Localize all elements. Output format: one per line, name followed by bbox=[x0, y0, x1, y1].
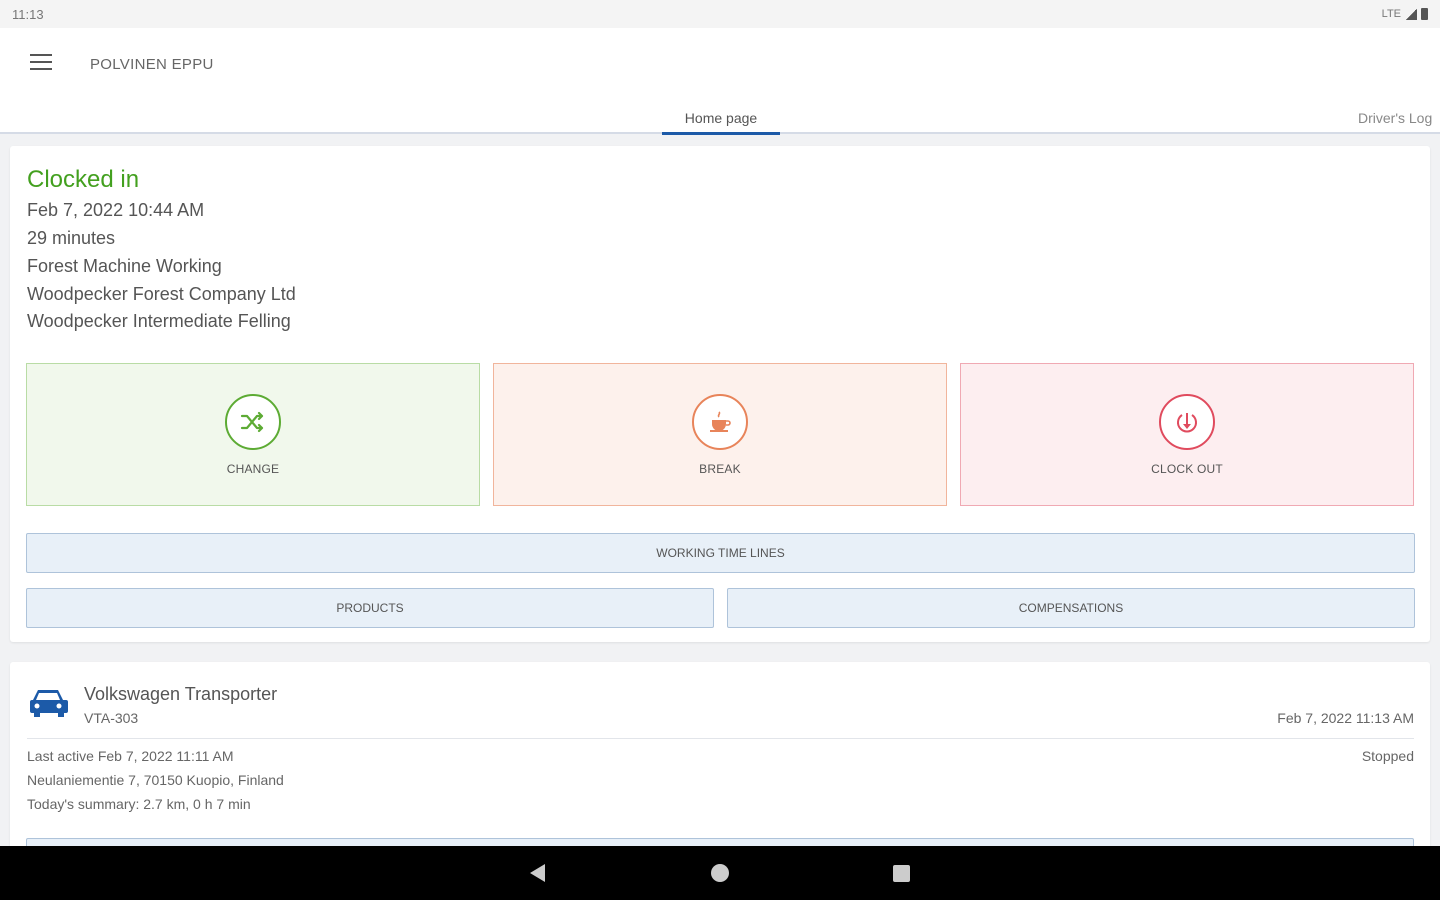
hamburger-menu-icon[interactable] bbox=[30, 54, 52, 72]
products-button[interactable]: PRODUCTS bbox=[26, 588, 714, 628]
vehicle-timestamp: Feb 7, 2022 11:13 AM bbox=[1277, 710, 1414, 726]
vehicle-state: Stopped bbox=[1361, 748, 1414, 764]
site-name: Woodpecker Intermediate Felling bbox=[27, 311, 291, 331]
system-nav-bar bbox=[0, 846, 1440, 900]
clock-status-card: Clocked in Feb 7, 2022 10:44 AM 29 minut… bbox=[10, 146, 1430, 642]
battery-icon bbox=[1421, 8, 1428, 20]
vehicle-card[interactable]: Volkswagen Transporter VTA-303 Feb 7, 20… bbox=[10, 662, 1430, 868]
clock-out-icon bbox=[1159, 394, 1215, 450]
tab-home-page[interactable]: Home page bbox=[662, 110, 780, 135]
status-indicators: LTE bbox=[1382, 8, 1428, 20]
clock-out-label: CLOCK OUT bbox=[1151, 462, 1223, 476]
activity-name: Forest Machine Working bbox=[27, 256, 222, 276]
company-name: Woodpecker Forest Company Ltd bbox=[27, 284, 296, 304]
car-icon bbox=[27, 686, 69, 720]
recent-apps-icon[interactable] bbox=[893, 865, 910, 882]
coffee-cup-icon bbox=[692, 394, 748, 450]
clock-status-title: Clocked in bbox=[27, 166, 140, 193]
divider bbox=[27, 738, 1414, 739]
working-time-lines-button[interactable]: WORKING TIME LINES bbox=[26, 533, 1415, 573]
status-bar: 11:13 LTE bbox=[0, 0, 1440, 28]
clock-out-button[interactable]: CLOCK OUT bbox=[960, 363, 1414, 506]
vehicle-plate: VTA-303 bbox=[84, 710, 139, 726]
clock-in-time: Feb 7, 2022 10:44 AM bbox=[27, 200, 205, 220]
back-icon[interactable] bbox=[530, 864, 545, 882]
app-title: POLVINEN EPPU bbox=[90, 56, 214, 73]
clock-duration: 29 minutes bbox=[27, 228, 116, 248]
app-bar: POLVINEN EPPU Home page Driver's Log bbox=[0, 28, 1440, 135]
shuffle-icon bbox=[225, 394, 281, 450]
compensations-button[interactable]: COMPENSATIONS bbox=[727, 588, 1415, 628]
tab-drivers-log[interactable]: Driver's Log bbox=[1358, 110, 1432, 126]
network-label: LTE bbox=[1381, 8, 1401, 20]
signal-icon bbox=[1405, 8, 1417, 20]
status-time: 11:13 bbox=[12, 6, 44, 22]
break-button[interactable]: BREAK bbox=[493, 363, 947, 506]
vehicle-last-active: Last active Feb 7, 2022 11:11 AM bbox=[27, 748, 234, 764]
change-label: CHANGE bbox=[226, 462, 280, 476]
change-button[interactable]: CHANGE bbox=[26, 363, 480, 506]
break-label: BREAK bbox=[699, 462, 741, 476]
home-icon[interactable] bbox=[711, 864, 729, 882]
vehicle-address: Neulaniementie 7, 70150 Kuopio, Finland bbox=[27, 772, 284, 788]
vehicle-summary: Today's summary: 2.7 km, 0 h 7 min bbox=[27, 796, 251, 812]
vehicle-name: Volkswagen Transporter bbox=[84, 684, 278, 704]
